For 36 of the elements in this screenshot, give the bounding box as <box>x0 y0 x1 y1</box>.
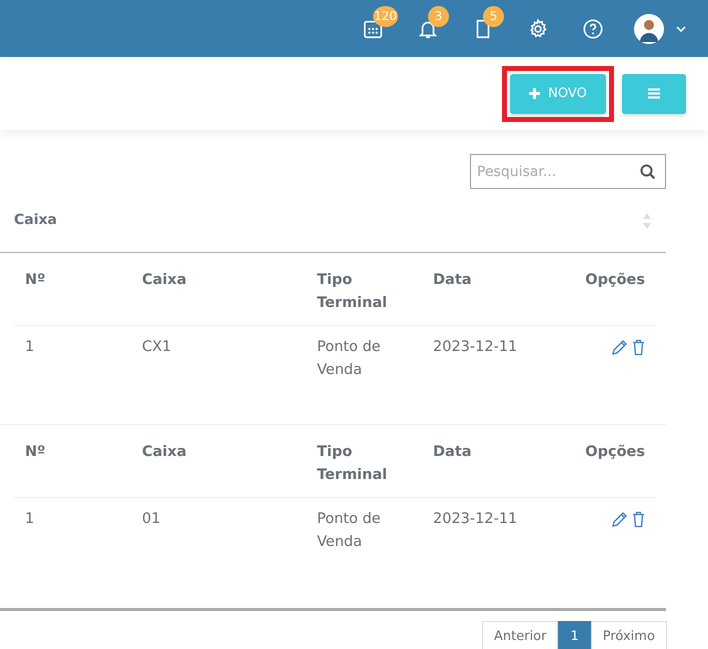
page-button[interactable]: 1 <box>558 621 591 649</box>
table-cell[interactable]: 1 <box>14 326 131 424</box>
search-field[interactable]: Pesquisar... <box>470 154 666 189</box>
column-header: Tipo Terminal <box>306 259 422 326</box>
column-header: Nº <box>14 431 131 498</box>
page-button[interactable]: Próximo <box>590 621 667 649</box>
table-cell: 2023-12-11 <box>422 326 540 424</box>
count-badge: 3 <box>428 6 449 27</box>
plus-icon <box>529 88 540 99</box>
page-button[interactable]: Anterior <box>482 621 558 649</box>
edit-icon[interactable] <box>611 510 628 528</box>
column-header: Data <box>422 431 540 498</box>
table-cell: 2023-12-11 <box>422 498 540 596</box>
column-header: Opções <box>540 259 656 326</box>
help-icon <box>582 18 604 40</box>
count-badge: 5 <box>483 6 504 27</box>
column-header: Caixa <box>131 259 306 326</box>
count-badge: 120 <box>373 6 398 27</box>
delete-icon[interactable] <box>632 338 645 356</box>
section-title: Caixa <box>14 211 57 230</box>
edit-icon[interactable] <box>611 338 628 356</box>
menu-icon <box>648 88 660 99</box>
table-cell[interactable]: 1 <box>14 498 131 596</box>
column-header: Data <box>422 259 540 326</box>
column-header: Tipo Terminal <box>306 431 422 498</box>
delete-icon[interactable] <box>632 510 645 528</box>
column-header: Caixa <box>131 431 306 498</box>
table-cell: Ponto de Venda <box>306 498 422 596</box>
table-cell: CX1 <box>131 326 306 424</box>
column-header: Nº <box>14 259 131 326</box>
avatar[interactable] <box>634 14 664 44</box>
column-header: Opções <box>540 431 656 498</box>
table-cell: Ponto de Venda <box>306 326 422 424</box>
table-cell: 01 <box>131 498 306 596</box>
caret-icon[interactable] <box>676 24 686 32</box>
search-icon[interactable] <box>640 164 656 180</box>
